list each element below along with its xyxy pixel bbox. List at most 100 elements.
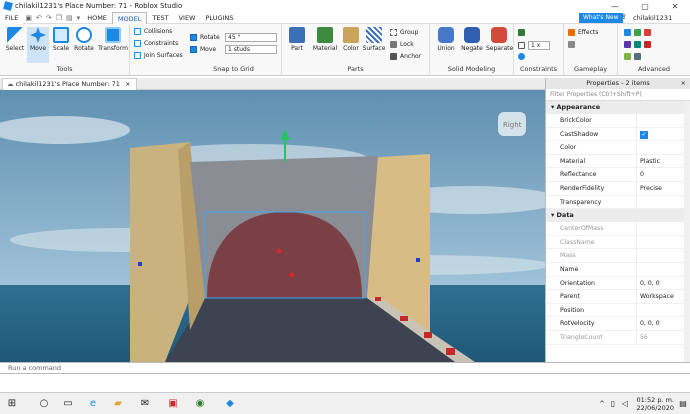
roblox-studio-taskbar-icon[interactable]: ◆ — [222, 396, 238, 412]
property-value[interactable]: 0, 0, 0 — [637, 277, 690, 290]
property-row[interactable]: BrickColor — [546, 114, 690, 128]
align-constraint-button[interactable]: 1 x — [518, 41, 550, 50]
whats-new-button[interactable]: What's New — [579, 13, 623, 23]
spawn-button[interactable] — [568, 41, 575, 48]
save-icon[interactable]: ▣ — [23, 14, 34, 22]
property-value[interactable] — [637, 196, 690, 209]
mail-icon[interactable]: ✉ — [137, 396, 153, 412]
paste-icon[interactable]: ▤ — [64, 14, 75, 22]
tray-chevron-icon[interactable]: ^ — [597, 396, 607, 412]
minimize-button[interactable]: — — [600, 2, 630, 11]
property-value[interactable] — [637, 263, 690, 276]
rotate-tool[interactable]: Rotate — [73, 27, 95, 52]
notifications-icon[interactable]: ▤ — [677, 396, 689, 412]
menu-file[interactable]: FILE — [0, 11, 24, 24]
task-view-icon[interactable]: ▭ — [60, 396, 76, 412]
constraint-scale-input[interactable]: 1 x — [528, 41, 550, 50]
3d-viewport[interactable]: Right — [0, 90, 545, 362]
undo-icon[interactable]: ↶ — [34, 14, 44, 22]
property-value[interactable]: 0 — [637, 168, 690, 181]
property-row[interactable]: RotVelocity 0, 0, 0 — [546, 317, 690, 331]
quick-access-dropdown-icon[interactable]: ▾ — [75, 14, 83, 22]
volume-icon[interactable]: ◁ — [619, 396, 631, 412]
menu-model[interactable]: MODEL — [111, 11, 148, 24]
properties-filter-input[interactable]: Filter Properties (Ctrl+Shift+P) — [546, 89, 690, 101]
transform-tool[interactable]: Transform — [97, 27, 129, 52]
search-icon[interactable]: ○ — [36, 396, 52, 412]
advanced-tools-row-1[interactable] — [624, 29, 651, 36]
data-category[interactable]: ▾ Data — [546, 209, 690, 223]
union-button[interactable]: Union — [434, 27, 458, 52]
surface-button[interactable]: Surface — [362, 27, 386, 52]
property-row[interactable]: RenderFidelity Precise — [546, 181, 690, 196]
collisions-toggle[interactable]: Collisions — [134, 28, 172, 35]
property-value[interactable]: 0, 0, 0 — [637, 317, 690, 330]
command-input[interactable]: Run a command — [8, 364, 61, 372]
advanced-tools-row-3[interactable] — [624, 53, 641, 60]
windows-start-icon[interactable]: ⊞ — [4, 396, 20, 412]
menu-plugins[interactable]: PLUGINS — [200, 12, 238, 24]
weld-constraint-button[interactable] — [518, 29, 525, 36]
rotate-snap-input[interactable]: 45 ° — [225, 33, 277, 42]
edge-browser-icon[interactable]: e — [85, 396, 101, 412]
photos-app-icon[interactable]: ▣ — [165, 396, 181, 412]
select-tool[interactable]: Select — [4, 27, 26, 52]
separate-button[interactable]: Separate — [486, 27, 513, 52]
share-icon[interactable]: ⇪ — [621, 13, 627, 21]
username[interactable]: chilakil1231 — [633, 14, 672, 22]
close-window-button[interactable]: ✕ — [660, 2, 690, 11]
scale-tool[interactable]: Scale — [50, 27, 72, 52]
effects-button[interactable]: Effects — [568, 29, 598, 36]
property-value[interactable] — [637, 141, 690, 154]
group-button[interactable]: Group — [390, 29, 418, 36]
property-row[interactable]: Orientation 0, 0, 0 — [546, 276, 690, 291]
network-icon[interactable]: ▯ — [607, 396, 619, 412]
property-value[interactable] — [637, 114, 690, 127]
property-value[interactable]: Precise — [637, 182, 690, 195]
advanced-tools-row-2[interactable] — [624, 41, 651, 48]
lock-button[interactable]: Lock — [390, 41, 414, 48]
chrome-icon[interactable]: ◉ — [192, 396, 208, 412]
color-button[interactable]: Color — [340, 27, 362, 52]
appearance-category[interactable]: ▾ Appearance — [546, 101, 690, 114]
property-row[interactable]: Position — [546, 303, 690, 318]
anchor-button[interactable]: Anchor — [390, 53, 421, 60]
selection-handle[interactable] — [416, 258, 420, 262]
property-row[interactable]: Name — [546, 262, 690, 277]
property-value[interactable]: Plastic — [637, 155, 690, 168]
taskbar-clock[interactable]: 01:52 p. m. 22/06/2020 — [637, 396, 674, 412]
move-snap-input[interactable]: 1 studs — [225, 45, 277, 54]
property-row[interactable]: CenterOfMass — [546, 222, 690, 236]
selection-handle[interactable] — [138, 262, 142, 266]
property-row[interactable]: Reflectance 0 — [546, 168, 690, 182]
property-row[interactable]: Material Plastic — [546, 154, 690, 169]
properties-close-icon[interactable]: × — [681, 78, 686, 89]
file-explorer-icon[interactable]: ▰ — [110, 396, 126, 412]
menu-view[interactable]: VIEW — [174, 12, 201, 24]
property-row[interactable]: Mass — [546, 249, 690, 263]
property-value[interactable]: Workspace — [637, 290, 690, 303]
property-row[interactable]: ClassName — [546, 235, 690, 250]
copy-icon[interactable]: ❐ — [54, 14, 64, 22]
property-row[interactable]: Color — [546, 141, 690, 155]
join-surfaces-toggle[interactable]: Join Surfaces — [134, 52, 183, 59]
maximize-button[interactable]: ▢ — [630, 2, 660, 11]
redo-icon[interactable]: ↷ — [44, 14, 54, 22]
constraints-toggle[interactable]: Constraints — [134, 40, 178, 47]
property-row[interactable]: CastShadow ✓ — [546, 127, 690, 142]
part-button[interactable]: Part — [286, 27, 308, 52]
material-button[interactable]: Material — [312, 27, 338, 52]
command-bar[interactable]: Run a command — [0, 362, 690, 374]
rotate-snap-checkbox[interactable] — [190, 34, 197, 41]
castshadow-checkbox[interactable]: ✓ — [637, 128, 690, 141]
move-snap-checkbox[interactable] — [190, 46, 197, 53]
move-tool[interactable]: Move — [27, 27, 49, 63]
menu-home[interactable]: HOME — [82, 12, 112, 24]
properties-scrollbar[interactable] — [684, 101, 690, 362]
menu-test[interactable]: TEST — [147, 12, 173, 24]
property-value[interactable] — [637, 304, 690, 317]
property-row[interactable]: TriangleCount 56 — [546, 330, 690, 345]
place-document-tab[interactable]: ☁ chilakil1231's Place Number: 71 × — [2, 78, 138, 90]
property-row[interactable]: Transparency — [546, 195, 690, 210]
attachment-button[interactable] — [518, 53, 525, 60]
